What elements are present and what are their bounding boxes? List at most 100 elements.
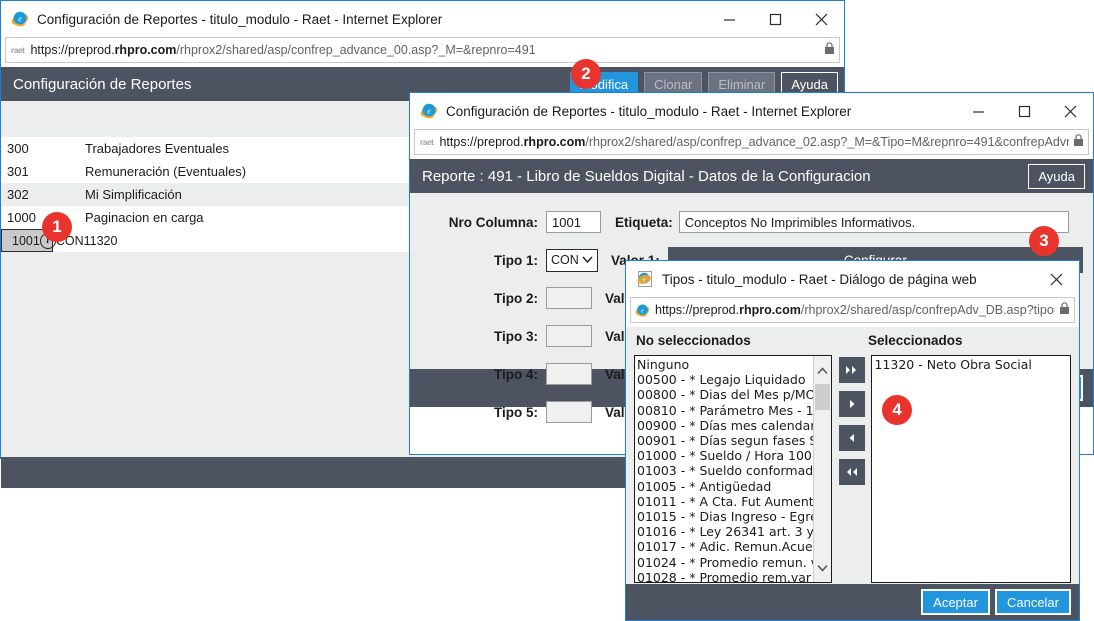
svg-text:e: e xyxy=(427,107,431,116)
tipo-4-input[interactable] xyxy=(546,363,592,385)
window1-address-bar[interactable]: raet https://preprod.rhpro.com/rhprox2/s… xyxy=(5,37,840,63)
list-item[interactable]: 00810 - * Parámetro Mes - 1 xyxy=(635,403,831,418)
window3-controls xyxy=(1033,261,1079,297)
step-badge-3: 3 xyxy=(1029,226,1059,256)
lock-icon xyxy=(824,42,835,58)
dialog-tipos[interactable]: e Tipos - titulo_modulo - Raet - Diálogo… xyxy=(625,260,1080,621)
list-item[interactable]: 11320 - Neto Obra Social xyxy=(872,357,1070,372)
dialog-body: No seleccionados Seleccionados Ninguno 00… xyxy=(626,327,1079,584)
minimize-icon[interactable] xyxy=(706,1,752,37)
no-seleccionados-header: No seleccionados xyxy=(636,333,751,348)
step-badge-4: 4 xyxy=(882,395,912,425)
nro-columna-label: Nro Columna: xyxy=(448,214,538,230)
window1-titlebar[interactable]: e Configuración de Reportes - titulo_mod… xyxy=(1,1,844,37)
transfer-buttons xyxy=(832,355,872,485)
row-id: 1001 xyxy=(12,233,40,248)
etiqueta-input[interactable]: Conceptos No Imprimibles Informativos. xyxy=(678,211,1069,233)
window2-title: Configuración de Reportes - titulo_modul… xyxy=(446,103,852,119)
tipo-3-input[interactable] xyxy=(546,325,592,347)
page-dialog-icon: e xyxy=(636,270,654,288)
window2-controls xyxy=(955,93,1093,129)
list-item[interactable]: 01017 - * Adic. Remun.Acuerdo C xyxy=(635,539,831,554)
tipo-4-label: Tipo 4: xyxy=(493,366,538,382)
window2-appbar: Reporte : 491 - Libro de Sueldos Digital… xyxy=(410,159,1093,193)
nro-columna-input[interactable]: 1001 xyxy=(546,211,601,233)
move-all-left-button[interactable] xyxy=(838,459,865,485)
raet-favicon-icon: raet xyxy=(11,45,25,55)
window3-title: Tipos - titulo_modulo - Raet - Diálogo d… xyxy=(662,271,977,287)
list-item[interactable]: 01024 - * Promedio remun. variab xyxy=(635,555,831,570)
minimize-icon[interactable] xyxy=(955,93,1001,129)
list-item[interactable]: 00901 - * Días segun fases SICOS xyxy=(635,433,831,448)
chevron-down-icon xyxy=(582,253,593,267)
list-item[interactable]: 00800 - * Dias del Mes p/MOPRE xyxy=(635,387,831,402)
row-value: 11320 xyxy=(83,233,118,248)
aceptar-button[interactable]: Aceptar xyxy=(921,589,990,615)
window3-address-bar[interactable]: e https://preprod.rhpro.com/rhprox2/shar… xyxy=(630,297,1075,323)
window3-titlebar[interactable]: e Tipos - titulo_modulo - Raet - Diálogo… xyxy=(626,261,1079,297)
internet-explorer-icon: e xyxy=(420,102,438,120)
list-item[interactable]: 01015 - * Dias Ingreso - Egreso P xyxy=(635,509,831,524)
row-id: 302 xyxy=(7,187,29,202)
ayuda-button[interactable]: Ayuda xyxy=(1028,163,1085,189)
move-left-button[interactable] xyxy=(838,425,865,451)
etiqueta-label: Etiqueta: xyxy=(615,214,673,230)
list-item[interactable]: 01003 - * Sueldo conformado xyxy=(635,463,831,478)
unselected-scrollbar[interactable] xyxy=(812,356,831,582)
lock-icon xyxy=(1059,302,1070,318)
step-badge-2: 2 xyxy=(571,59,601,89)
svg-text:e: e xyxy=(641,307,644,314)
nro-columna-row: Nro Columna: 1001 Etiqueta: Conceptos No… xyxy=(410,203,1093,241)
close-icon[interactable] xyxy=(1047,93,1093,129)
tipo-1-select[interactable]: CON xyxy=(546,248,598,272)
scrollbar-thumb[interactable] xyxy=(814,384,830,410)
list-item[interactable]: 01011 - * A Cta. Fut Aumentos xyxy=(635,494,831,509)
tipo-2-input[interactable] xyxy=(546,287,592,309)
svg-text:e: e xyxy=(18,15,22,24)
maximize-icon[interactable] xyxy=(1001,93,1047,129)
list-item[interactable]: 00900 - * Días mes calendario SIC xyxy=(635,418,831,433)
window2-url: https://preprod.rhpro.com/rhprox2/shared… xyxy=(439,135,1069,149)
list-item[interactable]: 00500 - * Legajo Liquidado xyxy=(635,372,831,387)
tipo-5-label: Tipo 5: xyxy=(493,404,538,420)
unselected-listbox[interactable]: Ninguno 00500 - * Legajo Liquidado 00800 -… xyxy=(634,355,832,583)
dialog-footer: Aceptar Cancelar xyxy=(626,584,1079,620)
window2-toolbar: Ayuda xyxy=(1028,163,1085,189)
tipo-2-label: Tipo 2: xyxy=(493,290,538,306)
move-right-button[interactable] xyxy=(838,391,865,417)
window2-app-title: Reporte : 491 - Libro de Sueldos Digital… xyxy=(422,167,871,185)
tipo-1-value: CON xyxy=(551,253,579,267)
step-badge-1: 1 xyxy=(42,212,72,242)
row-id: 300 xyxy=(7,141,29,156)
window1-controls xyxy=(706,1,844,37)
scroll-up-icon[interactable] xyxy=(814,362,831,379)
internet-explorer-icon: e xyxy=(635,303,650,318)
window2-address-bar[interactable]: raet https://preprod.rhpro.com/rhprox2/s… xyxy=(414,129,1089,155)
maximize-icon[interactable] xyxy=(752,1,798,37)
dialog-column-headers: No seleccionados Seleccionados xyxy=(634,327,1071,355)
window3-url: https://preprod.rhpro.com/rhprox2/shared… xyxy=(655,303,1055,317)
lock-icon xyxy=(1073,134,1084,150)
close-icon[interactable] xyxy=(1033,261,1079,297)
seleccionados-header: Seleccionados xyxy=(868,333,963,348)
cancelar-button[interactable]: Cancelar xyxy=(994,589,1071,615)
close-icon[interactable] xyxy=(798,1,844,37)
row-id: 301 xyxy=(7,164,29,179)
move-all-right-button[interactable] xyxy=(838,357,865,383)
tipo-5-input[interactable] xyxy=(546,401,592,423)
dual-list: Ninguno 00500 - * Legajo Liquidado 00800 -… xyxy=(634,355,1071,583)
window2-titlebar[interactable]: e Configuración de Reportes - titulo_mod… xyxy=(410,93,1093,129)
window1-title: Configuración de Reportes - titulo_modul… xyxy=(37,11,443,27)
selected-listbox[interactable]: 11320 - Neto Obra Social xyxy=(871,355,1071,583)
tipo-3-label: Tipo 3: xyxy=(493,328,538,344)
list-item[interactable]: 01016 - * Ley 26341 art. 3 y 4 xyxy=(635,524,831,539)
internet-explorer-icon: e xyxy=(11,10,29,28)
list-item[interactable]: Ninguno xyxy=(635,357,831,372)
scroll-down-icon[interactable] xyxy=(814,559,831,576)
list-item[interactable]: 01005 - * Antigüedad xyxy=(635,479,831,494)
list-item[interactable]: 01000 - * Sueldo / Hora 100 xyxy=(635,448,831,463)
raet-favicon-icon: raet xyxy=(420,137,434,147)
tipo-1-label: Tipo 1: xyxy=(493,252,538,268)
list-item[interactable]: 01028 - * Promedio rem.var 6 M y xyxy=(635,570,831,582)
window1-url: https://preprod.rhpro.com/rhprox2/shared… xyxy=(30,43,536,57)
